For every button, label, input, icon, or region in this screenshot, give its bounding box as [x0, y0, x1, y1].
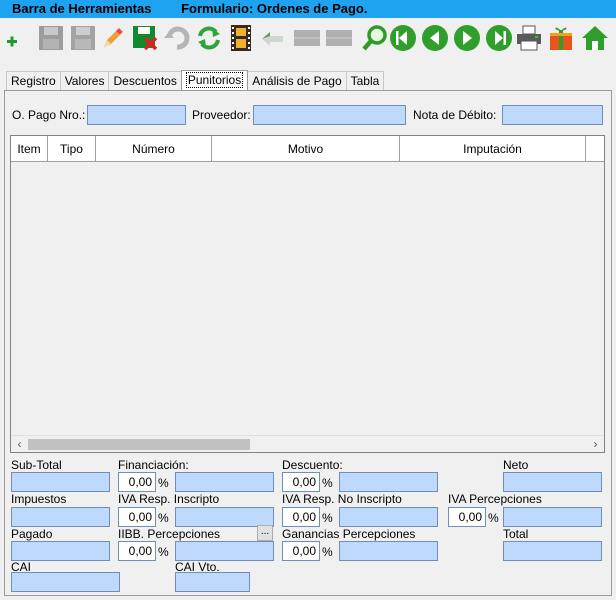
iva-rni-pct-symbol: % [322, 511, 333, 525]
grid-icon[interactable] [324, 22, 354, 54]
items-grid[interactable]: Item Tipo Número Motivo Imputación ‹ › [10, 135, 605, 453]
pago-nro-input[interactable] [87, 105, 186, 125]
tab-strip: Registro Valores Descuentos Punitorios A… [6, 70, 385, 91]
nota-debito-input[interactable] [502, 105, 603, 125]
pago-nro-label: O. Pago Nro.: [12, 108, 86, 122]
financiacion-input[interactable] [175, 472, 274, 492]
iva-rni-label: IVA Resp. No Inscripto [282, 492, 402, 506]
tab-registro[interactable]: Registro [6, 71, 61, 90]
pagado-input[interactable] [11, 541, 110, 561]
tab-descuentos[interactable]: Descuentos [108, 71, 182, 90]
proveedor-input[interactable] [253, 105, 406, 125]
cai-vto-input[interactable] [175, 572, 250, 592]
proveedor-label: Proveedor: [192, 108, 251, 122]
nota-debito-label: Nota de Débito: [413, 108, 497, 122]
edit-icon[interactable] [98, 22, 128, 54]
ganancias-label: Ganancias Percepciones [282, 527, 416, 541]
scroll-left-icon[interactable]: ‹ [11, 436, 28, 453]
film-icon[interactable] [226, 22, 256, 54]
descuento-pct-symbol: % [322, 476, 333, 490]
tab-punitorios-label: Punitorios [185, 72, 244, 88]
iibb-input[interactable] [175, 541, 274, 561]
column-header-imputacion[interactable]: Imputación [400, 136, 586, 161]
total-label: Total [503, 527, 529, 541]
iibb-pct-symbol: % [158, 545, 169, 559]
column-header-item[interactable]: Item [11, 136, 48, 161]
form-title: Formulario: Ordenes de Pago. [181, 1, 368, 16]
save-icon[interactable] [36, 22, 66, 54]
impuestos-label: Impuestos [11, 492, 67, 506]
iva-rni-pct-input[interactable]: 0,00 [282, 507, 320, 527]
subtotal-label: Sub-Total [11, 458, 62, 472]
financiacion-pct-symbol: % [158, 476, 169, 490]
iva-ri-label: IVA Resp. Inscripto [118, 492, 220, 506]
iibb-label: IIBB. Percepciones [118, 527, 221, 541]
iva-perc-pct-input[interactable]: 0,00 [448, 507, 486, 527]
iva-ri-pct-input[interactable]: 0,00 [118, 507, 156, 527]
impuestos-input[interactable] [11, 507, 110, 527]
pagado-label: Pagado [11, 527, 53, 541]
save-as-icon[interactable] [68, 22, 98, 54]
financiacion-pct-input[interactable]: 0,00 [118, 472, 156, 492]
iva-ri-pct-symbol: % [158, 511, 169, 525]
save-cancel-icon[interactable] [130, 22, 160, 54]
toolbar-title: Barra de Herramientas [12, 1, 152, 16]
descuento-label: Descuento: [282, 458, 343, 472]
iva-ri-input[interactable] [175, 507, 274, 527]
iva-perc-label: IVA Percepciones [448, 492, 542, 506]
financiacion-label: Financiación: [118, 458, 189, 472]
neto-label: Neto [503, 458, 529, 472]
grid-icon[interactable] [292, 22, 322, 54]
scroll-thumb[interactable] [28, 439, 250, 450]
tab-analisis-de-pago[interactable]: Análisis de Pago [247, 71, 347, 90]
horizontal-scrollbar[interactable]: ‹ › [11, 435, 604, 452]
descuento-pct-input[interactable]: 0,00 [282, 472, 320, 492]
total-input[interactable] [503, 541, 602, 561]
iva-perc-pct-symbol: % [488, 511, 499, 525]
ganancias-input[interactable] [339, 541, 438, 561]
ganancias-pct-symbol: % [322, 545, 333, 559]
cai-input[interactable] [11, 572, 120, 592]
column-header-motivo[interactable]: Motivo [212, 136, 400, 161]
tab-valores[interactable]: Valores [59, 71, 110, 90]
search-icon[interactable] [360, 22, 390, 54]
descuento-input[interactable] [339, 472, 438, 492]
column-header-numero[interactable]: Número [96, 136, 212, 161]
home-icon[interactable] [580, 22, 610, 54]
last-record-icon[interactable] [484, 22, 514, 54]
tab-tabla[interactable]: Tabla [345, 71, 385, 90]
subtotal-input[interactable] [11, 472, 110, 492]
add-icon[interactable] [2, 22, 32, 54]
gift-icon[interactable] [546, 22, 576, 54]
column-header-tipo[interactable]: Tipo [48, 136, 96, 161]
neto-input[interactable] [503, 472, 602, 492]
column-header-extra [586, 136, 604, 161]
next-record-icon[interactable] [452, 22, 482, 54]
grid-header: Item Tipo Número Motivo Imputación [11, 136, 604, 162]
previous-record-icon[interactable] [420, 22, 450, 54]
ganancias-pct-input[interactable]: 0,00 [282, 541, 320, 561]
iibb-ellipsis-button[interactable]: ... [257, 525, 273, 541]
scroll-right-icon[interactable]: › [587, 436, 604, 453]
title-bar: Barra de Herramientas Formulario: Ordene… [0, 0, 616, 18]
first-record-icon[interactable] [388, 22, 418, 54]
back-arrow-icon[interactable] [258, 22, 288, 54]
undo-icon[interactable] [162, 22, 192, 54]
iva-perc-input[interactable] [503, 507, 602, 527]
toolbar [0, 18, 616, 60]
refresh-icon[interactable] [194, 22, 224, 54]
iva-rni-input[interactable] [339, 507, 438, 527]
iibb-pct-input[interactable]: 0,00 [118, 541, 156, 561]
print-icon[interactable] [514, 22, 544, 54]
tab-punitorios[interactable]: Punitorios [180, 70, 249, 91]
